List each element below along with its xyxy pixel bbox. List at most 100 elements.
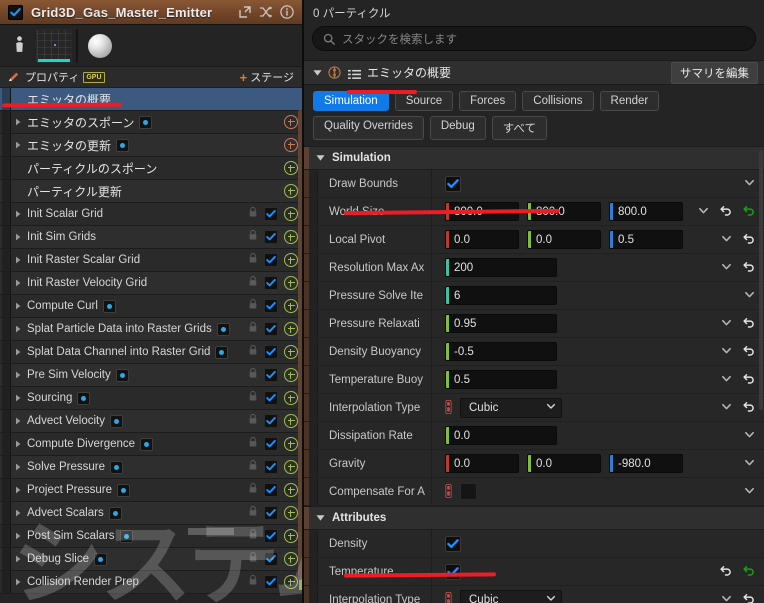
reset-to-default-icon[interactable] bbox=[743, 259, 755, 277]
vector-component-z[interactable]: 800.0 bbox=[609, 202, 683, 221]
expand-row-icon[interactable] bbox=[721, 399, 732, 417]
numeric-input[interactable]: 0.0 bbox=[445, 426, 557, 445]
edit-summary-button[interactable]: サマリを編集 bbox=[671, 61, 758, 84]
expand-arrow-icon[interactable] bbox=[11, 532, 25, 540]
module-dot-icon[interactable] bbox=[77, 391, 91, 405]
vector-component-y[interactable]: 800.0 bbox=[527, 202, 601, 221]
module-dot-icon[interactable] bbox=[215, 345, 229, 359]
lock-icon[interactable] bbox=[248, 458, 258, 476]
tab-forces[interactable]: Forces bbox=[459, 91, 517, 111]
pin-icon[interactable] bbox=[445, 399, 452, 415]
section-collapse-icon[interactable] bbox=[316, 149, 325, 167]
numeric-input[interactable]: 200 bbox=[445, 258, 557, 277]
module-enabled-checkbox[interactable] bbox=[264, 345, 278, 359]
stack-item-3[interactable]: エミッタの更新 bbox=[0, 134, 302, 157]
stack-item-16[interactable]: Compute Divergence bbox=[0, 433, 302, 456]
stack-search-bar[interactable]: スタックを検索します bbox=[312, 26, 756, 51]
add-module-button[interactable] bbox=[284, 483, 298, 497]
expand-arrow-icon[interactable] bbox=[11, 233, 25, 241]
expand-arrow-icon[interactable] bbox=[11, 440, 25, 448]
lock-icon[interactable] bbox=[248, 504, 258, 522]
module-enabled-checkbox[interactable] bbox=[264, 552, 278, 566]
add-module-button[interactable] bbox=[284, 207, 298, 221]
numeric-input[interactable]: 6 bbox=[445, 286, 557, 305]
module-dot-icon[interactable] bbox=[140, 437, 154, 451]
stack-item-19[interactable]: Advect Scalars bbox=[0, 502, 302, 525]
module-enabled-checkbox[interactable] bbox=[264, 368, 278, 382]
grid-preview-icon[interactable] bbox=[36, 28, 72, 63]
reset-to-default-icon[interactable] bbox=[743, 371, 755, 389]
reset-to-default-icon[interactable] bbox=[743, 231, 755, 249]
expand-row-icon[interactable] bbox=[744, 455, 755, 473]
dropdown-select[interactable]: Cubic bbox=[460, 589, 562, 603]
lock-icon[interactable] bbox=[248, 251, 258, 269]
stack-item-18[interactable]: Project Pressure bbox=[0, 479, 302, 502]
add-stage-button[interactable]: + ステージ bbox=[240, 69, 294, 85]
property-checkbox[interactable] bbox=[445, 175, 461, 192]
lock-icon[interactable] bbox=[248, 320, 258, 338]
emitter-enabled-checkbox[interactable] bbox=[8, 4, 23, 20]
tab-debug[interactable]: Debug bbox=[429, 116, 486, 140]
module-dot-icon[interactable] bbox=[216, 322, 230, 336]
add-module-button[interactable] bbox=[284, 506, 298, 520]
expand-arrow-icon[interactable] bbox=[11, 348, 25, 356]
add-module-button[interactable] bbox=[284, 529, 298, 543]
expand-arrow-icon[interactable] bbox=[11, 325, 25, 333]
lock-icon[interactable] bbox=[248, 527, 258, 545]
section-header-simulation[interactable]: Simulation bbox=[304, 146, 764, 170]
tab-source[interactable]: Source bbox=[394, 91, 454, 111]
module-enabled-checkbox[interactable] bbox=[264, 483, 278, 497]
reset-to-inherited-icon[interactable] bbox=[743, 203, 755, 221]
add-module-button[interactable] bbox=[284, 115, 298, 129]
numeric-input[interactable]: 0.95 bbox=[445, 314, 557, 333]
tab-simulation[interactable]: Simulation bbox=[313, 91, 389, 111]
expand-arrow-icon[interactable] bbox=[11, 417, 25, 425]
section-header-attributes[interactable]: Attributes bbox=[304, 506, 764, 530]
module-enabled-checkbox[interactable] bbox=[264, 322, 278, 336]
numeric-input[interactable]: 0.5 bbox=[445, 370, 557, 389]
module-enabled-checkbox[interactable] bbox=[264, 529, 278, 543]
open-in-new-icon[interactable] bbox=[238, 5, 252, 19]
right-panel-scrollbar[interactable] bbox=[759, 150, 763, 410]
expand-arrow-icon[interactable] bbox=[11, 578, 25, 586]
lock-icon[interactable] bbox=[248, 228, 258, 246]
module-enabled-checkbox[interactable] bbox=[264, 276, 278, 290]
module-enabled-checkbox[interactable] bbox=[264, 230, 278, 244]
vector-component-x[interactable]: 0.0 bbox=[445, 454, 519, 473]
tab-render[interactable]: Render bbox=[599, 91, 660, 111]
expand-row-icon[interactable] bbox=[721, 371, 732, 389]
module-dot-icon[interactable] bbox=[139, 115, 153, 129]
module-enabled-checkbox[interactable] bbox=[264, 207, 278, 221]
add-module-button[interactable] bbox=[284, 299, 298, 313]
expand-row-icon[interactable] bbox=[721, 259, 732, 277]
module-enabled-checkbox[interactable] bbox=[264, 506, 278, 520]
expand-row-icon[interactable] bbox=[744, 483, 755, 501]
info-icon[interactable] bbox=[280, 5, 294, 19]
reset-to-default-icon[interactable] bbox=[720, 563, 732, 581]
emitter-summary-header[interactable]: エミッタの概要 サマリを編集 bbox=[304, 60, 764, 85]
tab-collisions[interactable]: Collisions bbox=[522, 91, 594, 111]
module-enabled-checkbox[interactable] bbox=[264, 414, 278, 428]
property-checkbox[interactable] bbox=[445, 563, 461, 580]
stack-item-20[interactable]: Post Sim Scalars bbox=[0, 525, 302, 548]
module-dot-icon[interactable] bbox=[119, 529, 133, 543]
reset-to-default-icon[interactable] bbox=[743, 399, 755, 417]
pin-icon[interactable] bbox=[445, 483, 452, 499]
add-module-button[interactable] bbox=[284, 184, 298, 198]
emitter-properties-row[interactable]: プロパティ GPU + ステージ bbox=[0, 67, 302, 88]
stack-item-1[interactable]: エミッタの概要 bbox=[0, 88, 302, 111]
sphere-preview-icon[interactable] bbox=[88, 33, 112, 58]
module-dot-icon[interactable] bbox=[102, 299, 116, 313]
add-module-button[interactable] bbox=[284, 368, 298, 382]
module-dot-icon[interactable] bbox=[109, 460, 123, 474]
stack-item-6[interactable]: Init Scalar Grid bbox=[0, 203, 302, 226]
module-enabled-checkbox[interactable] bbox=[264, 299, 278, 313]
lock-icon[interactable] bbox=[248, 274, 258, 292]
stack-item-14[interactable]: Sourcing bbox=[0, 387, 302, 410]
expand-row-icon[interactable] bbox=[744, 287, 755, 305]
stack-item-8[interactable]: Init Raster Scalar Grid bbox=[0, 249, 302, 272]
lock-icon[interactable] bbox=[248, 435, 258, 453]
vector-component-z[interactable]: -980.0 bbox=[609, 454, 683, 473]
expand-arrow-icon[interactable] bbox=[11, 463, 25, 471]
left-panel-scrollbar[interactable] bbox=[298, 110, 302, 580]
